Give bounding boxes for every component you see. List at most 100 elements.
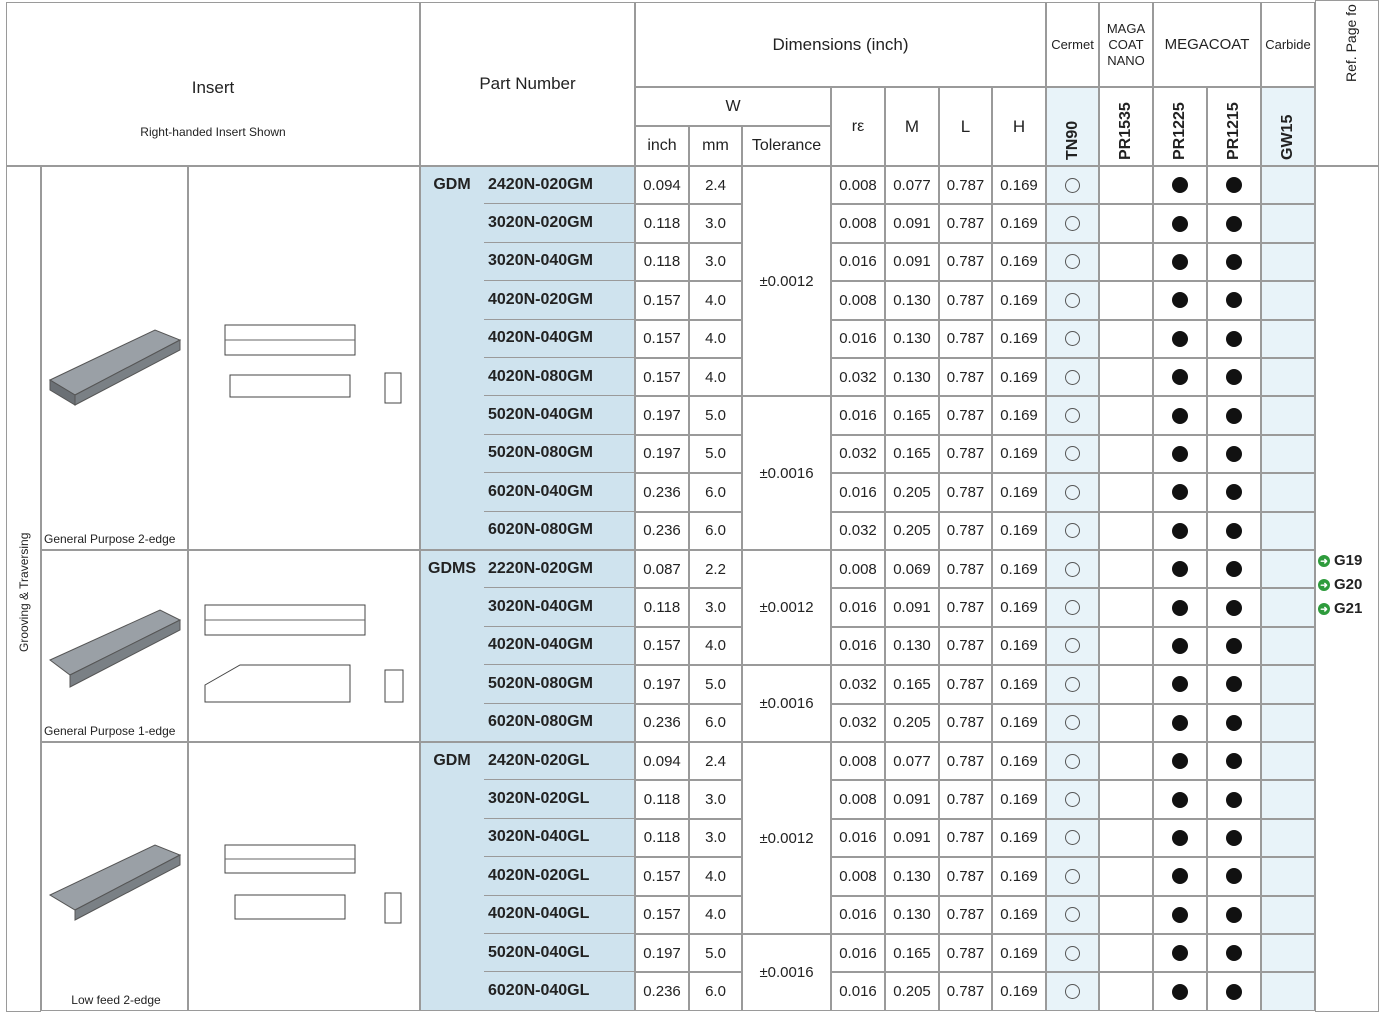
availability-gw15 xyxy=(1261,972,1315,1011)
stock-open-circle-icon xyxy=(1065,446,1080,462)
availability-pr1215 xyxy=(1207,319,1261,358)
availability-tn90 xyxy=(1046,281,1099,320)
header-re: rε xyxy=(831,87,885,166)
stock-filled-dot-icon xyxy=(1226,330,1242,347)
value-inch: 0.197 xyxy=(635,434,689,474)
stock-open-circle-icon xyxy=(1065,600,1080,616)
value-inch: 0.236 xyxy=(635,972,689,1011)
part-number: 2420N-020GM xyxy=(484,166,635,205)
value-mm: 6.0 xyxy=(689,473,742,512)
value-re: 0.016 xyxy=(831,626,885,666)
stock-filled-dot-icon xyxy=(1172,215,1188,232)
availability-pr1225 xyxy=(1153,972,1207,1011)
value-l: 0.787 xyxy=(939,550,992,589)
value-m: 0.205 xyxy=(885,972,939,1011)
stock-filled-dot-icon xyxy=(1226,714,1242,731)
value-m: 0.130 xyxy=(885,895,939,934)
value-re: 0.016 xyxy=(831,588,885,627)
part-number: 4020N-040GM xyxy=(484,627,635,666)
availability-gw15 xyxy=(1261,818,1315,858)
value-inch: 0.157 xyxy=(635,857,689,896)
ref-page-link[interactable]: ➜ G20 xyxy=(1318,576,1362,593)
availability-tn90 xyxy=(1046,703,1099,742)
insert-drawing-2edge xyxy=(224,324,402,404)
part-number: 5020N-080GM xyxy=(484,665,635,704)
stock-filled-dot-icon xyxy=(1172,522,1188,539)
availability-pr1215 xyxy=(1207,857,1261,896)
value-l: 0.787 xyxy=(939,626,992,666)
value-m: 0.069 xyxy=(885,550,939,589)
stock-filled-dot-icon xyxy=(1172,829,1188,846)
value-inch: 0.118 xyxy=(635,818,689,858)
availability-tn90 xyxy=(1046,396,1099,435)
availability-pr1225 xyxy=(1153,473,1207,512)
header-cermet: Cermet xyxy=(1046,2,1099,87)
value-inch: 0.118 xyxy=(635,204,689,243)
value-mm: 5.0 xyxy=(689,396,742,435)
availability-pr1215 xyxy=(1207,550,1261,589)
value-mm: 5.0 xyxy=(689,665,742,704)
value-m: 0.130 xyxy=(885,281,939,320)
stock-filled-dot-icon xyxy=(1172,945,1188,962)
ref-page-link[interactable]: ➜ G21 xyxy=(1318,600,1362,617)
stock-filled-dot-icon xyxy=(1172,561,1188,578)
header-m: M xyxy=(885,87,939,166)
value-inch: 0.157 xyxy=(635,358,689,397)
stock-open-circle-icon xyxy=(1065,331,1080,347)
value-l: 0.787 xyxy=(939,511,992,550)
availability-pr1535 xyxy=(1099,972,1153,1011)
stock-open-circle-icon xyxy=(1065,484,1080,500)
availability-tn90 xyxy=(1046,626,1099,666)
value-l: 0.787 xyxy=(939,895,992,934)
stock-filled-dot-icon xyxy=(1172,369,1188,386)
availability-tn90 xyxy=(1046,895,1099,934)
part-number: 5020N-080GM xyxy=(484,435,635,474)
stock-open-circle-icon xyxy=(1065,216,1080,232)
value-h: 0.169 xyxy=(992,281,1046,320)
value-l: 0.787 xyxy=(939,972,992,1011)
value-h: 0.169 xyxy=(992,511,1046,550)
value-mm: 2.4 xyxy=(689,166,742,205)
value-h: 0.169 xyxy=(992,665,1046,704)
value-re: 0.016 xyxy=(831,818,885,858)
availability-gw15 xyxy=(1261,473,1315,512)
availability-pr1215 xyxy=(1207,511,1261,550)
availability-pr1215 xyxy=(1207,281,1261,320)
stock-open-circle-icon xyxy=(1065,254,1080,270)
value-inch: 0.157 xyxy=(635,281,689,320)
value-mm: 4.0 xyxy=(689,319,742,358)
availability-pr1215 xyxy=(1207,934,1261,973)
value-m: 0.165 xyxy=(885,934,939,973)
ref-page-link[interactable]: ➜ G19 xyxy=(1318,552,1362,569)
availability-pr1535 xyxy=(1099,665,1153,704)
availability-gw15 xyxy=(1261,242,1315,282)
value-h: 0.169 xyxy=(992,358,1046,397)
value-re: 0.016 xyxy=(831,972,885,1011)
stock-filled-dot-icon xyxy=(1226,522,1242,539)
part-number: 3020N-020GM xyxy=(484,204,635,243)
ref-page-label: G20 xyxy=(1334,576,1363,593)
value-inch: 0.118 xyxy=(635,588,689,627)
availability-pr1535 xyxy=(1099,818,1153,858)
availability-pr1215 xyxy=(1207,204,1261,243)
availability-gw15 xyxy=(1261,742,1315,781)
availability-pr1535 xyxy=(1099,434,1153,474)
availability-pr1215 xyxy=(1207,895,1261,934)
stock-filled-dot-icon xyxy=(1172,791,1188,808)
tolerance-cell: ±0.0016 xyxy=(742,396,831,550)
part-number: 3020N-040GM xyxy=(484,588,635,627)
value-m: 0.091 xyxy=(885,780,939,819)
availability-pr1535 xyxy=(1099,473,1153,512)
availability-gw15 xyxy=(1261,626,1315,666)
value-h: 0.169 xyxy=(992,550,1046,589)
availability-tn90 xyxy=(1046,972,1099,1011)
availability-pr1215 xyxy=(1207,473,1261,512)
header-insert-label: Insert xyxy=(191,77,235,97)
value-inch: 0.236 xyxy=(635,703,689,742)
value-re: 0.008 xyxy=(831,281,885,320)
arrow-right-icon: ➜ xyxy=(1318,554,1330,567)
part-number: 6020N-080GM xyxy=(484,512,635,550)
value-l: 0.787 xyxy=(939,588,992,627)
value-m: 0.165 xyxy=(885,434,939,474)
part-number: 4020N-020GL xyxy=(484,857,635,896)
